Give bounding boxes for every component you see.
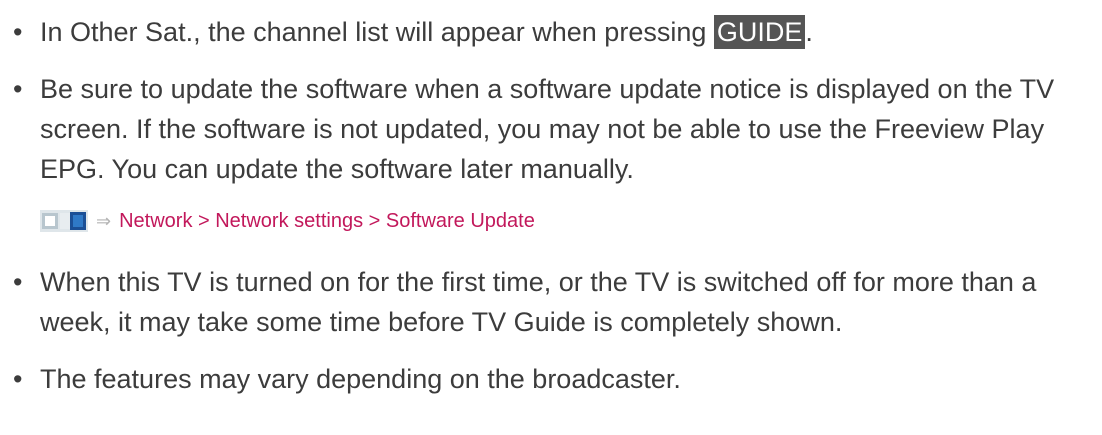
nav-path-text: Network > Network settings > Software Up… bbox=[119, 209, 535, 232]
content: • In Other Sat., the channel list will a… bbox=[12, 12, 1097, 416]
list-item: • Be sure to update the software when a … bbox=[12, 69, 1097, 189]
bullet: • bbox=[13, 74, 23, 104]
guide-key: GUIDE bbox=[713, 15, 806, 49]
note-text: In Other Sat., the channel list will app… bbox=[40, 17, 714, 47]
list-item: • The features may vary depending on the… bbox=[12, 359, 1097, 399]
menu-path: ⇒ Network > Network settings > Software … bbox=[40, 201, 1097, 241]
arrow-icon: ⇒ bbox=[96, 210, 112, 231]
menu-icon bbox=[40, 210, 88, 232]
bullet: • bbox=[13, 17, 23, 47]
note-text: When this TV is turned on for the first … bbox=[40, 267, 1037, 337]
note-text: The features may vary depending on the b… bbox=[40, 364, 681, 394]
bullet: • bbox=[13, 364, 23, 394]
list-item: • When this TV is turned on for the firs… bbox=[12, 262, 1097, 342]
bullet: • bbox=[13, 267, 23, 297]
note-text: Be sure to update the software when a so… bbox=[40, 74, 1055, 184]
list-item: • In Other Sat., the channel list will a… bbox=[12, 12, 1097, 52]
note-text-end: . bbox=[805, 17, 813, 47]
